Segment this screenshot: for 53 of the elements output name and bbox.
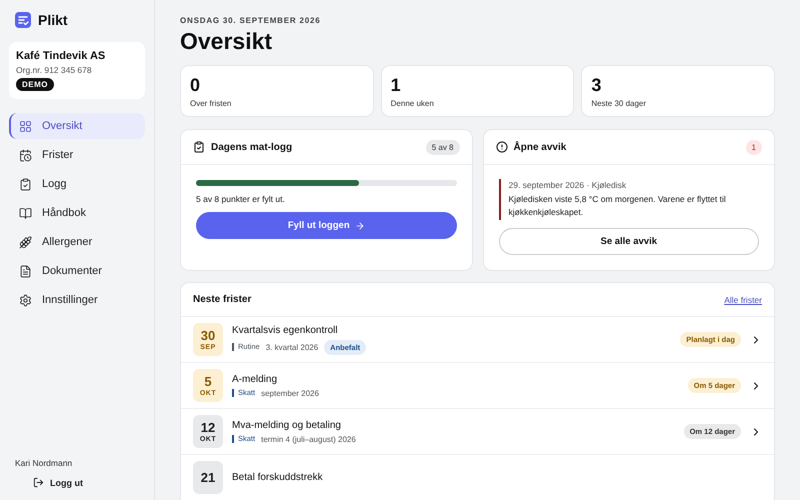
logout-button[interactable]: Logg ut [9,477,145,488]
stat-label: Over fristen [190,99,232,108]
all-deadlines-link[interactable]: Alle frister [724,294,762,304]
card-title: Åpne avvik [514,142,568,152]
count-badge: 5 av 8 [426,140,460,154]
page-title: Oversikt [180,28,274,55]
user-name: Kari Nordmann [14,458,74,468]
nav-item[interactable]: Logg [9,171,145,197]
card-title: Dagens mat-logg [211,142,294,152]
nav-item[interactable]: Frister [9,142,145,168]
stat-value: 0 [190,75,202,96]
arrow-right-icon [354,220,365,230]
nav-item[interactable]: Dokumenter [9,258,145,284]
stat-label: Denne uken [390,99,435,108]
nav-item[interactable]: Innstillinger [9,287,145,313]
deviation-meta: 29. september 2026 · Kjøledisk [508,180,628,190]
settings-icon [19,294,32,306]
brand-name: Plikt [38,12,68,28]
date-badge: 21 [193,461,223,494]
demo-badge: DEMO [16,78,54,91]
period-text: termin 4 (juli–august) 2026 [261,434,356,444]
progress-text: 5 av 8 punkter er fylt ut. [196,194,286,204]
calendar-clock-icon [19,148,32,162]
fill-log-button[interactable]: Fyll ut loggen [196,212,456,239]
org-number: Org.nr. 912 345 678 [16,65,92,75]
nav-item[interactable]: Håndbok [9,200,145,226]
alert-icon [496,141,508,153]
clipboard-check-icon [19,178,32,190]
nav-item[interactable]: Oversikt [9,113,145,139]
date-label: ONSDAG 30. SEPTEMBER 2026 [180,16,322,25]
stat-value: 3 [591,75,602,96]
card-title: Neste frister [193,294,252,305]
book-icon [19,206,32,220]
deadline-title: Kvartalsvis egenkontroll [232,324,339,336]
deviation-text: Kjøledisken viste 5,8 °C om morgenen. Varene er flyttet til kjøkkenkjøleskapet. [508,193,727,218]
period-text: 3. kvartal 2026 [266,342,318,352]
deadline-title: Mva-melding og betaling [232,420,342,430]
count-badge: 1 [746,140,762,154]
clipboard-check-icon [193,141,205,153]
period-text: september 2026 [261,388,319,398]
stat-value: 1 [390,75,402,96]
logo-icon [15,12,31,28]
deadline-title: A-melding [232,374,278,384]
wheat-icon [19,236,32,248]
all-deviations-button[interactable]: Se alle avvik [498,228,759,254]
stat-label: Neste 30 dager [591,99,648,108]
logout-icon [33,477,44,488]
company-name: Kafé Tindevik AS [16,50,106,62]
grid-icon [19,120,32,132]
document-icon [19,264,32,278]
nav-item[interactable]: Allergener [9,229,145,255]
deadline-title: Betal forskuddstrekk [232,472,324,483]
deadline-row[interactable]: 21 Betal forskuddstrekk [181,455,774,500]
